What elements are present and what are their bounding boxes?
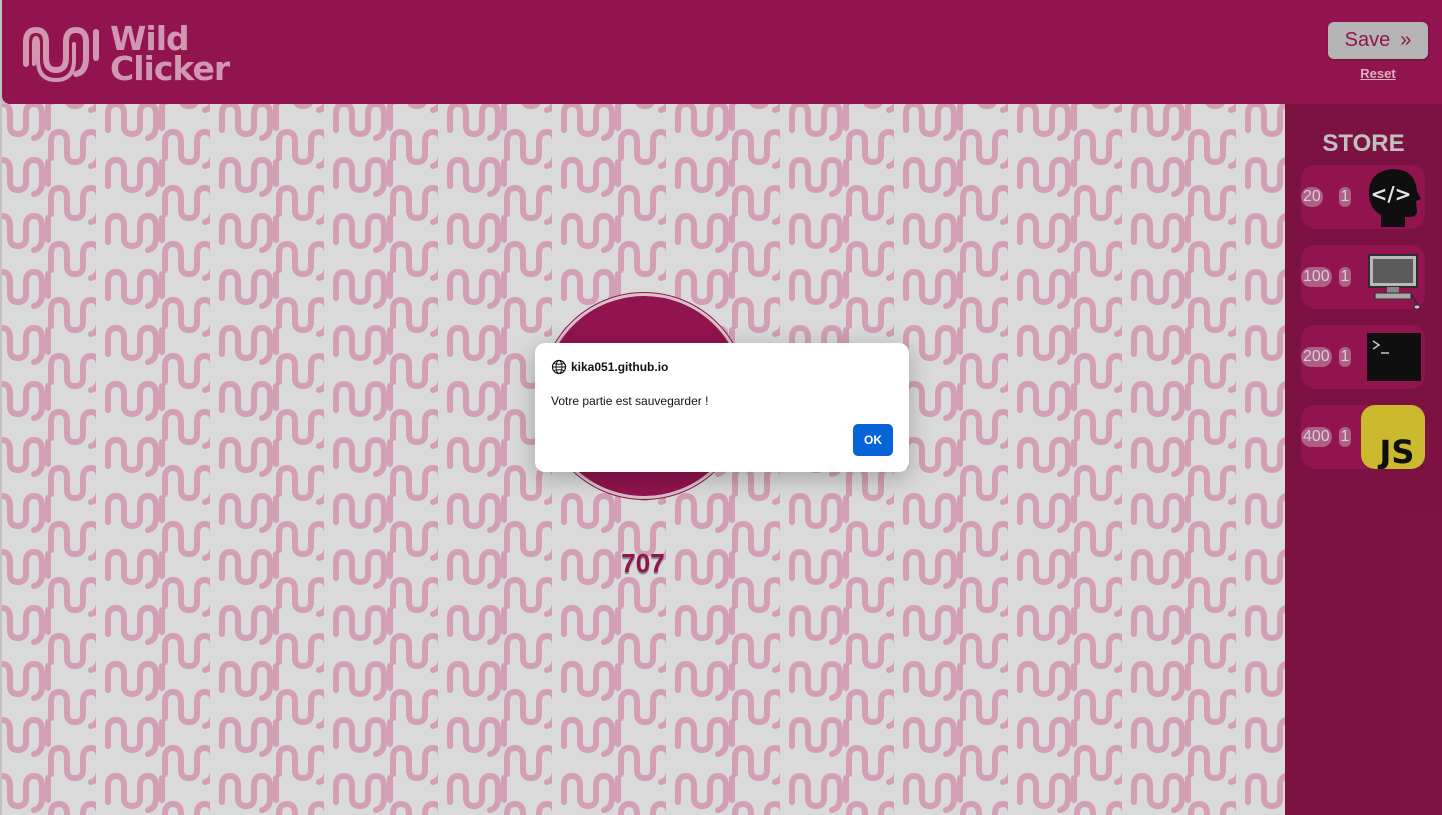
reset-link[interactable]: Reset	[1328, 66, 1428, 81]
globe-icon	[551, 359, 567, 375]
dialog-origin-text: kika051.github.io	[571, 360, 669, 374]
svg-text:JS: JS	[1378, 433, 1415, 469]
score-counter: 707	[621, 548, 665, 578]
item-price: 200	[1301, 347, 1332, 367]
store-item-terminal[interactable]: 200 1	[1301, 325, 1425, 389]
item-quantity: 1	[1339, 187, 1351, 207]
logo-line-clicker: Clicker	[110, 49, 230, 88]
dialog-message: Votre partie est sauvegarder !	[551, 394, 709, 408]
store-item-computer[interactable]: 100 1	[1301, 245, 1425, 309]
item-price: 400	[1301, 427, 1332, 447]
item-quantity: 1	[1339, 267, 1351, 287]
save-button[interactable]: Save »	[1328, 22, 1428, 59]
page: Wild Clicker Save » Reset STORE 20 1 </>…	[0, 0, 1442, 815]
store-item-developer[interactable]: 20 1 </>	[1301, 165, 1425, 229]
item-quantity: 1	[1339, 427, 1351, 447]
store-panel: STORE 20 1 </> 100 1 200 1 400 1 JS	[1285, 104, 1442, 815]
dialog-origin: kika051.github.io	[551, 359, 668, 375]
save-label: Save	[1344, 29, 1391, 51]
item-price: 100	[1301, 267, 1332, 287]
developer-head-icon: </>	[1369, 169, 1421, 227]
computer-icon	[1368, 254, 1421, 309]
ok-button[interactable]: OK	[853, 424, 893, 456]
header-bar: Wild Clicker Save » Reset	[2, 0, 1442, 104]
alert-dialog: kika051.github.io Votre partie est sauve…	[535, 343, 909, 472]
item-quantity: 1	[1339, 347, 1351, 367]
terminal-icon	[1367, 333, 1421, 381]
store-item-javascript[interactable]: 400 1 JS	[1301, 405, 1425, 469]
svg-text:</>: </>	[1371, 182, 1412, 206]
item-price: 20	[1301, 187, 1323, 207]
store-title: STORE	[1322, 130, 1405, 157]
logo-text: Wild Clicker	[110, 22, 230, 88]
javascript-icon: JS	[1361, 405, 1425, 469]
chevron-right-icon: »	[1400, 29, 1412, 51]
